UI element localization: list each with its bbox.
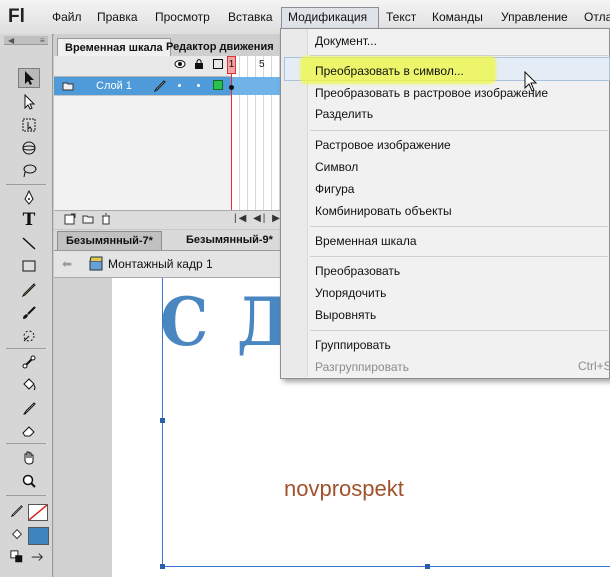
menu-file[interactable]: Файл xyxy=(52,10,82,24)
playback-controls-icon[interactable]: |◀ ◀| ▶ xyxy=(234,213,282,224)
menu-control[interactable]: Управление xyxy=(501,10,568,24)
stroke-color-swatch[interactable] xyxy=(28,504,48,521)
eraser-tool-icon[interactable] xyxy=(18,421,40,441)
free-transform-tool-icon[interactable] xyxy=(18,115,40,135)
frame-row-selected[interactable] xyxy=(232,77,282,95)
default-colors-icon[interactable] xyxy=(30,550,44,564)
playhead-line xyxy=(231,58,232,210)
brush-tool-icon[interactable] xyxy=(18,303,40,323)
playhead[interactable]: 1 xyxy=(227,56,236,74)
text-tool-icon[interactable]: T xyxy=(18,210,40,230)
menu-text[interactable]: Текст xyxy=(386,10,416,24)
rectangle-tool-icon[interactable] xyxy=(18,256,40,276)
menu-item-timeline[interactable]: Временная шкала xyxy=(315,234,417,248)
delete-layer-icon[interactable] xyxy=(100,213,112,225)
back-arrow-icon[interactable]: ⬅ xyxy=(62,257,72,271)
menu-item-shape[interactable]: Фигура xyxy=(315,182,354,196)
menu-item-convert-to-bitmap[interactable]: Преобразовать в растровое изображение xyxy=(315,86,548,100)
menu-debug[interactable]: Отла xyxy=(584,10,610,24)
mouse-cursor-icon xyxy=(524,70,538,96)
lock-icon[interactable] xyxy=(193,58,205,70)
frame-number-label: 5 xyxy=(259,59,265,70)
eye-icon[interactable] xyxy=(174,58,186,70)
fill-color-swatch[interactable] xyxy=(28,527,49,545)
selection-bound-left xyxy=(162,278,163,568)
swap-colors-icon[interactable] xyxy=(10,550,24,564)
keyframe-dot[interactable] xyxy=(229,85,234,90)
menu-separator xyxy=(310,226,608,227)
paint-bucket-tool-icon[interactable] xyxy=(18,375,40,395)
transform-handle[interactable] xyxy=(160,564,165,569)
pencil-tool-icon[interactable] xyxy=(18,280,40,300)
menu-view[interactable]: Просмотр xyxy=(155,10,210,24)
menu-item-arrange[interactable]: Упорядочить xyxy=(315,286,386,300)
menu-separator xyxy=(310,130,608,131)
menu-item-ungroup[interactable]: Разгруппировать xyxy=(315,360,409,374)
menu-separator xyxy=(310,330,608,331)
layer-pencil-icon xyxy=(153,80,166,93)
menu-item-bitmap[interactable]: Растровое изображение xyxy=(315,138,451,152)
ungroup-shortcut: Ctrl+S xyxy=(578,359,610,373)
visibility-dot-icon[interactable] xyxy=(178,84,181,87)
selection-tool-icon[interactable] xyxy=(18,68,40,88)
menu-item-combine-objects[interactable]: Комбинировать объекты xyxy=(315,204,452,218)
new-folder-icon[interactable] xyxy=(82,213,94,225)
toolbox-divider xyxy=(6,443,46,444)
eyedropper-tool-icon[interactable] xyxy=(18,398,40,418)
menu-separator xyxy=(310,256,608,257)
menu-item-symbol[interactable]: Символ xyxy=(315,160,358,174)
menu-insert[interactable]: Вставка xyxy=(228,10,273,24)
scene-label[interactable]: Монтажный кадр 1 xyxy=(108,257,213,271)
tab-document-7[interactable]: Безымянный-7* xyxy=(57,231,162,250)
menu-item-group[interactable]: Группировать xyxy=(315,338,391,352)
tab-document-9[interactable]: Безымянный-9* xyxy=(178,231,281,250)
line-tool-icon[interactable] xyxy=(18,233,40,253)
transform-handle[interactable] xyxy=(160,418,165,423)
pen-tool-icon[interactable] xyxy=(18,188,40,208)
menu-item-align[interactable]: Выровнять xyxy=(315,308,376,322)
lasso-tool-icon[interactable] xyxy=(18,161,40,181)
menu-item-transform[interactable]: Преобразовать xyxy=(315,264,400,278)
new-layer-icon[interactable] xyxy=(64,213,76,225)
outline-icon[interactable] xyxy=(213,59,223,69)
toolbox-divider xyxy=(6,495,46,496)
toolbox-divider xyxy=(6,348,46,349)
outline-color-square[interactable] xyxy=(213,80,223,90)
scene-clapper-icon xyxy=(88,255,104,271)
menu-modify[interactable]: Модификация xyxy=(288,10,367,24)
selection-bound-bottom xyxy=(162,566,610,567)
tab-motion-editor[interactable]: Редактор движения xyxy=(159,38,281,56)
layer-name[interactable]: Слой 1 xyxy=(96,80,132,92)
bone-tool-icon[interactable] xyxy=(18,352,40,372)
lock-dot-icon[interactable] xyxy=(197,84,200,87)
menu-lines-icon[interactable]: ≡ xyxy=(40,36,45,45)
menu-separator xyxy=(310,55,608,56)
subselection-tool-icon[interactable] xyxy=(18,92,40,112)
stroke-color-icon[interactable] xyxy=(10,504,24,518)
menu-edit[interactable]: Правка xyxy=(97,10,138,24)
transform-handle[interactable] xyxy=(425,564,430,569)
hand-tool-icon[interactable] xyxy=(18,448,40,468)
menu-item-convert-to-symbol[interactable]: Преобразовать в символ... xyxy=(315,64,464,78)
menu-item-document[interactable]: Документ... xyxy=(315,34,377,48)
fill-color-icon[interactable] xyxy=(10,528,24,542)
collapse-icon[interactable]: ◀ xyxy=(8,36,14,45)
tab-timeline[interactable]: Временная шкала xyxy=(57,38,171,56)
app-logo: Fl xyxy=(8,6,25,27)
menu-item-break-apart[interactable]: Разделить xyxy=(315,107,373,121)
deco-tool-icon[interactable] xyxy=(18,326,40,346)
watermark-text: novprospekt xyxy=(284,476,404,501)
menu-commands[interactable]: Команды xyxy=(432,10,483,24)
layer-icon xyxy=(62,80,74,92)
zoom-tool-icon[interactable] xyxy=(18,471,40,491)
3d-rotation-tool-icon[interactable] xyxy=(18,138,40,158)
toolbox-divider xyxy=(6,184,46,185)
